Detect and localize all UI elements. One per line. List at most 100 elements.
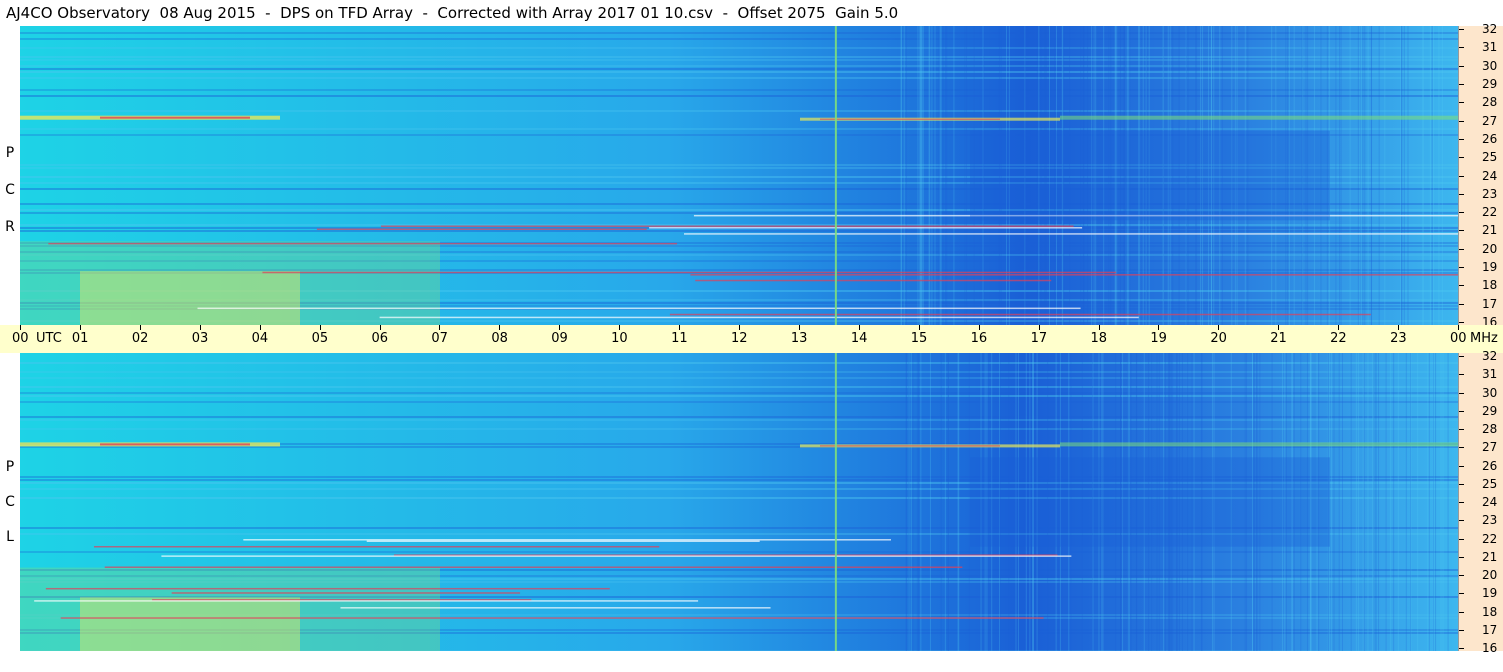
frequency-tick: 18: [1459, 278, 1503, 292]
frequency-label: 19: [1482, 586, 1498, 601]
tick-mark: [1459, 374, 1464, 376]
time-tick-mark: [1338, 325, 1340, 330]
frequency-tick: 26: [1459, 459, 1503, 473]
time-label: 20: [1210, 331, 1227, 346]
tick-mark: [1459, 593, 1464, 595]
frequency-label: 16: [1482, 641, 1498, 655]
time-label: 19: [1150, 331, 1167, 346]
time-tick-mark: [798, 325, 800, 330]
rcp-frequency-axis: 32 31 30 29 28 27 26 25 24 23 22 21 20 19 18 17 16: [1458, 22, 1503, 329]
tick-mark: [1459, 248, 1464, 250]
time-tick-mark: [319, 325, 321, 330]
frequency-label: 18: [1482, 604, 1498, 619]
pol-letter: C: [5, 182, 15, 198]
frequency-label: 17: [1482, 622, 1498, 637]
frequency-tick: 24: [1459, 495, 1503, 509]
frequency-tick: 31: [1459, 40, 1503, 54]
pol-letter: R: [5, 219, 15, 235]
tick-mark: [1459, 303, 1464, 305]
frequency-label: 30: [1482, 385, 1498, 400]
frequency-tick: 20: [1459, 242, 1503, 256]
time-label: 18: [1090, 331, 1108, 346]
frequency-label: 29: [1482, 403, 1498, 418]
frequency-label: 25: [1482, 476, 1498, 491]
time-label: 10: [611, 331, 628, 346]
tick-mark: [1459, 322, 1464, 323]
frequency-label: 28: [1482, 422, 1498, 436]
tick-mark: [1459, 429, 1464, 430]
frequency-label: 30: [1482, 58, 1498, 73]
time-label: 03: [191, 331, 209, 346]
frequency-tick: 28: [1459, 95, 1503, 109]
tick-mark: [1459, 175, 1464, 177]
time-label: 15: [910, 331, 928, 346]
time-label: 17: [1030, 331, 1048, 346]
tick-mark: [1459, 556, 1464, 558]
time-label: 14: [850, 331, 868, 346]
tick-mark: [1459, 648, 1464, 649]
tick-mark: [1459, 65, 1464, 67]
time-tick-mark: [139, 325, 141, 330]
frequency-tick: 30: [1459, 386, 1503, 400]
time-label: 16: [970, 331, 988, 346]
time-tick-mark: [1278, 325, 1280, 330]
frequency-label: 29: [1482, 76, 1498, 91]
time-tick-mark: [918, 325, 920, 330]
tick-mark: [1459, 392, 1464, 394]
frequency-tick: 23: [1459, 187, 1503, 201]
utc-time-axis: 00 UTC 01 02 03 04 05 06 07 08 09 10 11 12 13 14 15 16 17 1…: [0, 325, 1503, 353]
frequency-tick: 30: [1459, 59, 1503, 73]
rcp-spectrogram[interactable]: [20, 26, 1458, 325]
tick-mark: [1459, 410, 1464, 412]
tick-mark: [1459, 230, 1464, 232]
pol-letter: L: [6, 529, 14, 545]
window-title: AJ4CO Observatory 08 Aug 2015 - DPS on T…: [0, 0, 1458, 26]
time-tick-mark: [739, 325, 740, 330]
frequency-label: 26: [1482, 458, 1498, 473]
time-label: 02: [131, 331, 149, 346]
tick-mark: [1459, 502, 1464, 503]
time-label: UTC: [36, 331, 62, 346]
tick-mark: [1459, 120, 1464, 122]
frequency-tick: 22: [1459, 205, 1503, 219]
lcp-polarization-label: L C P: [0, 353, 20, 672]
tick-mark: [1459, 157, 1464, 159]
time-tick-mark: [499, 325, 501, 330]
time-label: 00: [12, 331, 29, 346]
tick-mark: [1459, 47, 1464, 49]
time-tick-mark: [199, 325, 201, 330]
frequency-tick: 27: [1459, 114, 1503, 128]
frequency-tick: 31: [1459, 367, 1503, 381]
time-tick-mark: [559, 325, 561, 330]
time-tick-mark: [1158, 325, 1160, 330]
frequency-tick: 19: [1459, 260, 1503, 274]
time-tick-mark: [259, 325, 261, 330]
frequency-tick: 17: [1459, 623, 1503, 637]
time-tick-mark: [1098, 325, 1100, 330]
time-label: 13: [790, 331, 808, 346]
frequency-label: 25: [1482, 150, 1498, 165]
lcp-spectrogram[interactable]: [20, 353, 1458, 651]
tick-mark: [1459, 447, 1464, 449]
pol-letter: C: [5, 494, 15, 510]
frequency-tick: 29: [1459, 77, 1503, 91]
frequency-tick: 32: [1459, 22, 1503, 36]
frequency-label: 27: [1482, 113, 1498, 128]
time-label: 01: [71, 331, 89, 346]
frequency-tick: 18: [1459, 605, 1503, 619]
frequency-label: 22: [1482, 205, 1498, 220]
spectrogram-image: [20, 353, 1458, 651]
tick-mark: [1459, 138, 1464, 140]
tick-mark: [1459, 629, 1464, 631]
time-label: 00: [1450, 331, 1467, 346]
frequency-label: 27: [1482, 440, 1498, 455]
time-tick-mark: [1218, 325, 1220, 330]
frequency-tick: 20: [1459, 568, 1503, 582]
frequency-tick: 25: [1459, 477, 1503, 491]
time-label: 23: [1390, 331, 1407, 346]
spectrogram-image: [20, 26, 1458, 325]
frequency-tick: 17: [1459, 297, 1503, 311]
rcp-polarization-label: R C P: [0, 26, 20, 325]
tick-mark: [1459, 465, 1464, 467]
time-label: 08: [491, 331, 508, 346]
